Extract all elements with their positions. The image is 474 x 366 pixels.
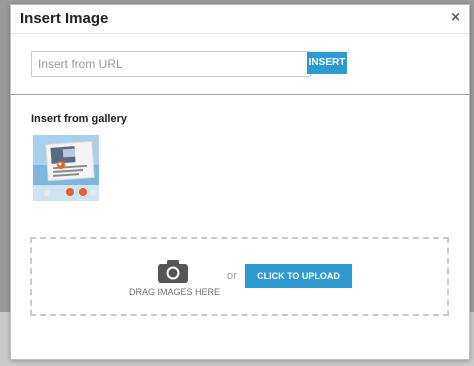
url-insert-row: INSERT xyxy=(31,51,451,77)
dialog-title: Insert Image xyxy=(20,10,109,27)
or-label: or xyxy=(227,270,237,282)
url-input[interactable] xyxy=(31,51,311,77)
gallery-heading: Insert from gallery xyxy=(31,113,127,125)
insert-image-dialog: Insert Image × INSERT Insert from galler… xyxy=(10,4,470,360)
file-dropzone[interactable]: DRAG IMAGES HERE or CLICK TO UPLOAD FILE… xyxy=(30,237,449,316)
photo-thumbnail-icon xyxy=(33,135,99,201)
drag-images-label: DRAG IMAGES HERE xyxy=(129,287,221,297)
insert-button[interactable]: INSERT xyxy=(307,52,347,74)
upload-files-button[interactable]: CLICK TO UPLOAD FILES xyxy=(245,264,352,305)
gallery-thumbnail[interactable] xyxy=(33,135,99,201)
camera-icon xyxy=(158,260,188,283)
close-icon[interactable]: × xyxy=(450,11,461,24)
section-divider xyxy=(11,94,469,95)
dialog-header: Insert Image × xyxy=(11,5,469,34)
